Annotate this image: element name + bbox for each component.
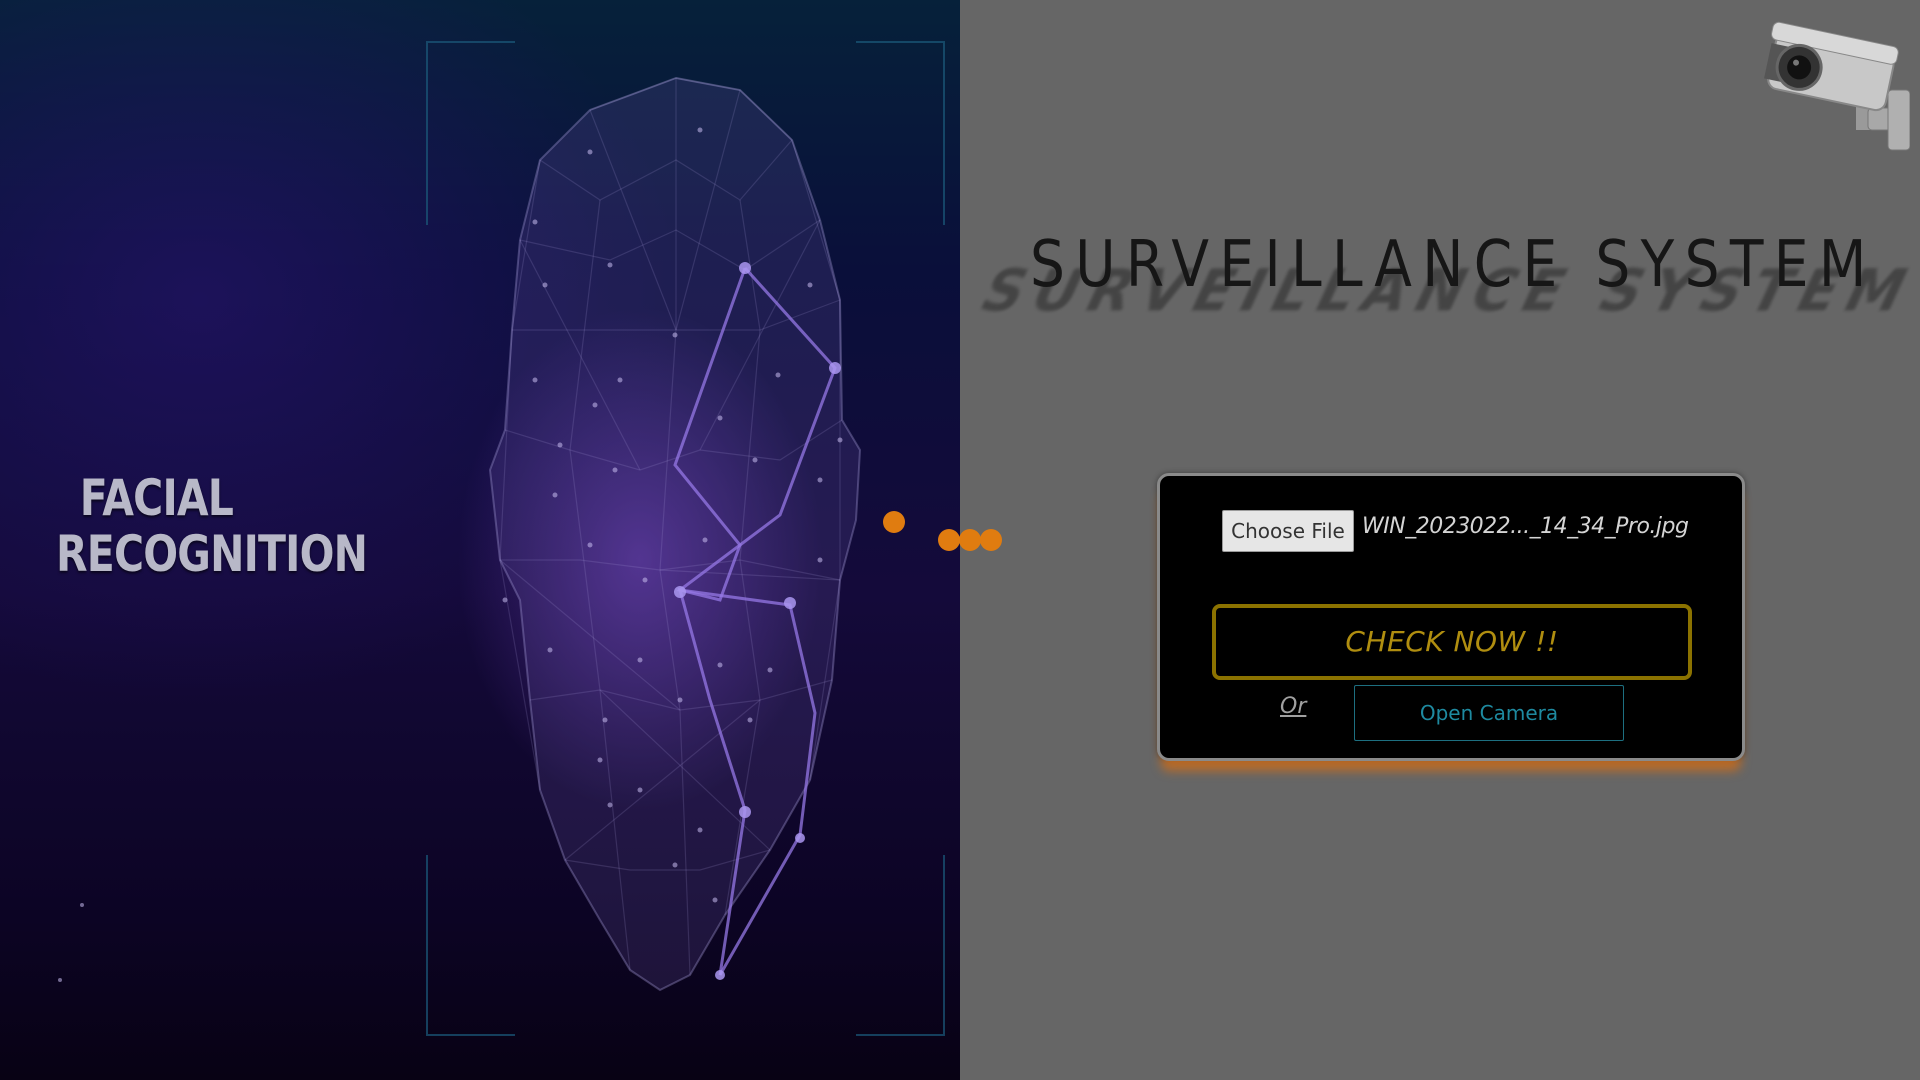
loading-dot-2 [938, 529, 960, 551]
loading-dot-4 [980, 529, 1002, 551]
check-now-button[interactable]: CHECK NOW !! [1212, 604, 1692, 680]
upload-form-card: Choose File WIN_2023022..._14_34_Pro.jpg… [1157, 473, 1745, 761]
open-camera-button[interactable]: Open Camera [1354, 685, 1624, 741]
selected-file-name: WIN_2023022..._14_34_Pro.jpg [1362, 514, 1689, 539]
hero-title: FACIAL RECOGNITION [56, 469, 368, 583]
cctv-camera-icon [1764, 21, 1910, 151]
page-title-block: SURVEILLANCE SYSTEM SURVEILLANCE SYSTEM [970, 228, 1920, 368]
app-root: FACIAL RECOGNITION SURVEILLANCE SYSTEM S… [0, 0, 1920, 1080]
hero-title-line2: RECOGNITION [56, 525, 368, 583]
loading-dot-3 [959, 529, 981, 551]
choose-file-button[interactable]: Choose File [1222, 510, 1354, 552]
loading-dot-1 [883, 511, 905, 533]
or-label: Or [1280, 694, 1307, 719]
page-title: SURVEILLANCE SYSTEM [1030, 228, 1877, 302]
hero-title-line1: FACIAL [79, 469, 234, 527]
hero-panel: FACIAL RECOGNITION [0, 0, 960, 1080]
